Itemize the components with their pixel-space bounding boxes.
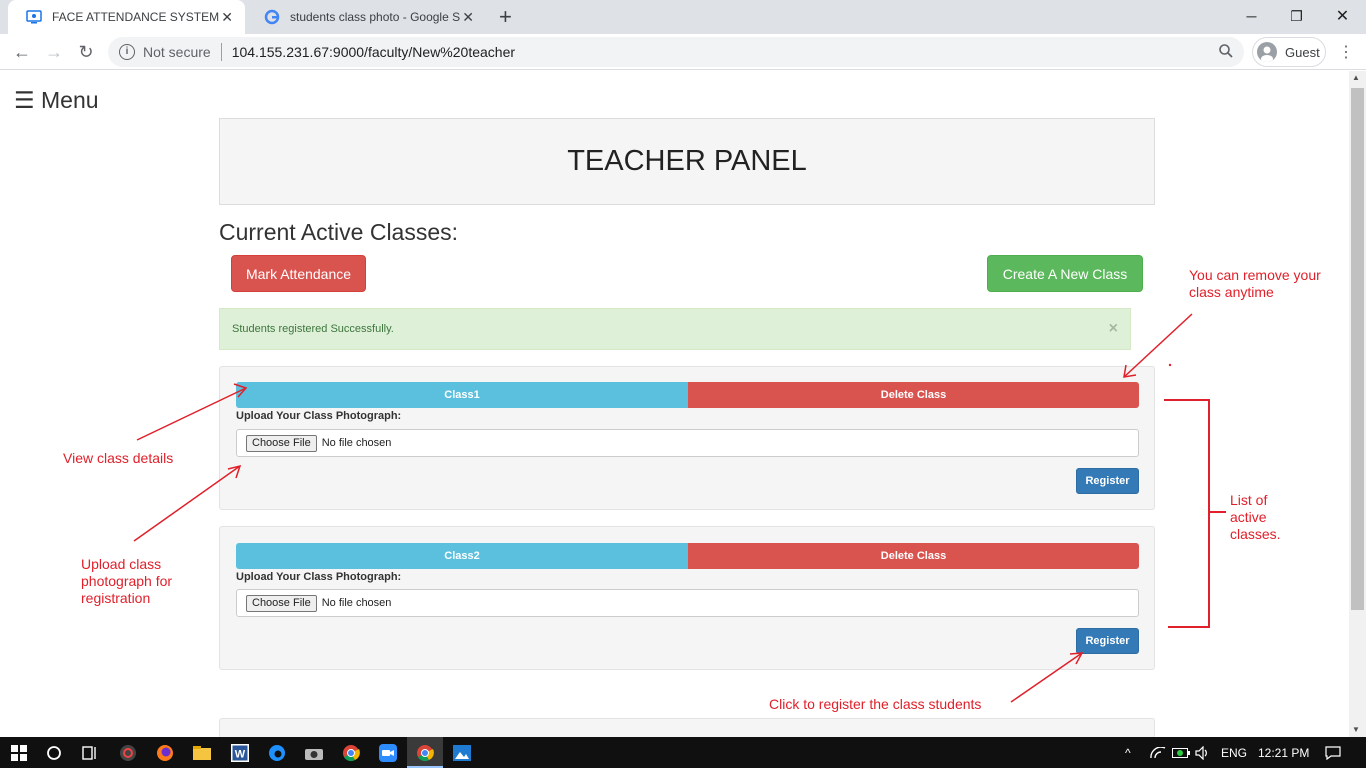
annotation-remove-class: You can remove your class anytime [1189, 267, 1321, 300]
annotation-arrows [133, 313, 1226, 703]
annotation-register-students: Click to register the class students [769, 696, 982, 712]
notifications-icon[interactable] [1325, 737, 1341, 768]
word-icon[interactable]: W [229, 742, 251, 764]
language-indicator[interactable]: ENG [1221, 737, 1247, 768]
windows-start-icon[interactable] [8, 742, 30, 764]
volume-icon[interactable] [1195, 737, 1211, 768]
camera-icon[interactable] [303, 742, 325, 764]
edge-icon[interactable] [266, 742, 288, 764]
clock[interactable]: 12:21 PM [1258, 737, 1309, 768]
svg-text:W: W [235, 749, 246, 761]
taskbar: W ^ ENG 12:21 PM [0, 737, 1366, 768]
photos-icon[interactable] [451, 742, 473, 764]
annotation-upload-photo: Upload class photograph for registration [81, 556, 173, 606]
tray-chevron-icon[interactable]: ^ [1125, 737, 1131, 768]
annotation-active-list: List of active classes. [1230, 492, 1281, 542]
task-view-icon[interactable] [79, 742, 101, 764]
zoom-app-icon[interactable] [377, 742, 399, 764]
wifi-icon[interactable] [1150, 737, 1166, 768]
media-app-icon[interactable] [117, 742, 139, 764]
chrome-active-icon[interactable] [414, 742, 436, 764]
annotation-view-details: View class details [63, 450, 174, 466]
file-explorer-icon[interactable] [191, 742, 213, 764]
battery-icon[interactable] [1172, 737, 1190, 768]
search-circle-icon[interactable] [43, 742, 65, 764]
firefox-icon[interactable] [154, 742, 176, 764]
chrome-icon[interactable] [340, 742, 362, 764]
